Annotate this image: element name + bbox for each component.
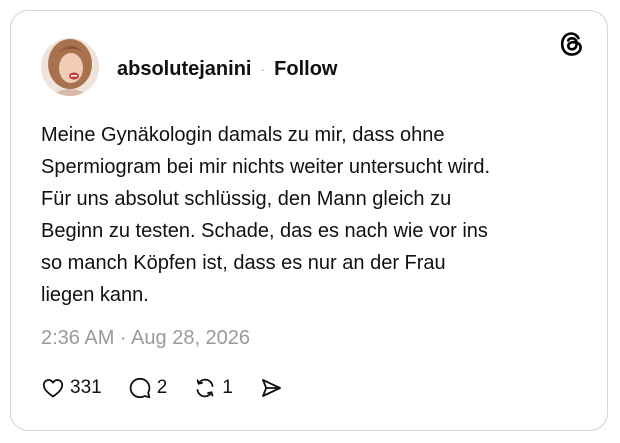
avatar-image bbox=[41, 38, 99, 96]
post-header: absolutejanini · Follow bbox=[117, 55, 337, 83]
action-bar: 331 2 1 bbox=[41, 374, 314, 402]
speech-bubble-icon bbox=[129, 377, 151, 399]
threads-logo-icon[interactable] bbox=[559, 31, 585, 57]
post-timestamp: 2:36 AM · Aug 28, 2026 bbox=[41, 327, 251, 349]
repost-icon bbox=[196, 378, 214, 398]
username-link[interactable]: absolutejanini bbox=[117, 58, 251, 81]
follow-button[interactable]: Follow bbox=[274, 58, 337, 81]
header-separator: · bbox=[260, 61, 266, 77]
repost-button[interactable]: 1 bbox=[193, 376, 233, 400]
like-button[interactable]: 331 bbox=[41, 376, 102, 400]
reply-button[interactable]: 2 bbox=[128, 376, 168, 400]
post-body-text: Meine Gynäkologin damals zu mir, dass oh… bbox=[41, 124, 491, 306]
share-button[interactable] bbox=[259, 376, 288, 400]
like-count: 331 bbox=[70, 377, 102, 398]
avatar[interactable] bbox=[41, 38, 99, 96]
reply-count: 2 bbox=[156, 377, 168, 398]
send-icon bbox=[261, 379, 281, 397]
heart-icon bbox=[42, 379, 64, 398]
repost-count: 1 bbox=[222, 377, 233, 398]
threads-post-card: absolutejanini · Follow Meine Gynäkologi… bbox=[10, 10, 608, 431]
